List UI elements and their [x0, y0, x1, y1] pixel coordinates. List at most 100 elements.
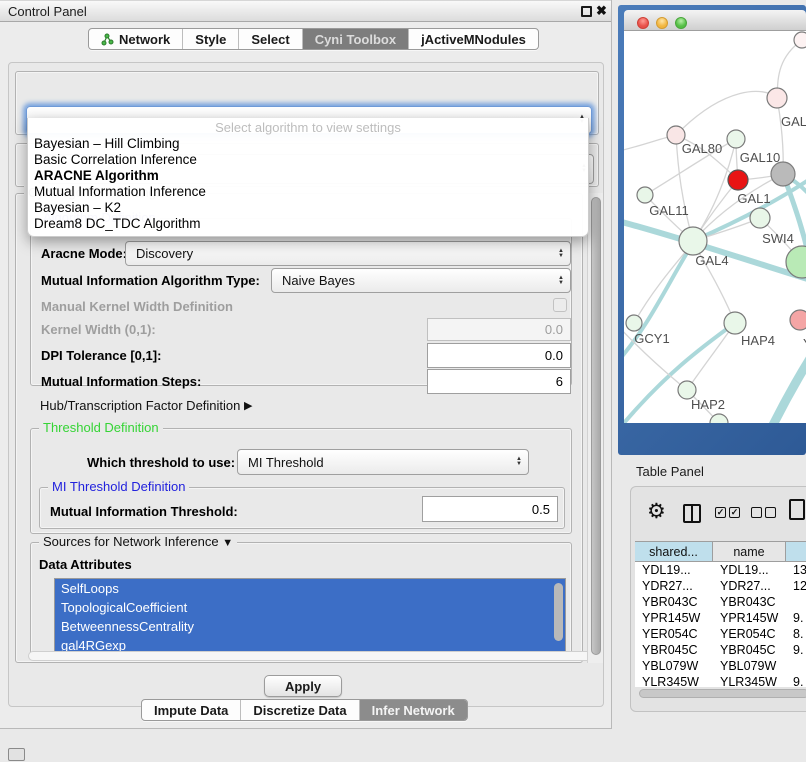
table-horizontal-scrollbar[interactable]: [639, 689, 806, 698]
column-header[interactable]: name: [713, 542, 786, 562]
table-row[interactable]: YDL19...YDL19...13: [635, 562, 806, 578]
table-cell: YPR145W: [635, 610, 713, 626]
column-header[interactable]: shared...: [635, 542, 713, 562]
table-row[interactable]: YBR045CYBR045C9.: [635, 642, 806, 658]
column-header[interactable]: [786, 542, 806, 562]
table-cell: YER054C: [713, 626, 786, 642]
table-row[interactable]: YPR145WYPR145W9.: [635, 610, 806, 626]
tab-label: Select: [251, 32, 289, 47]
tab-label: Style: [195, 32, 226, 47]
tab-style[interactable]: Style: [183, 29, 239, 49]
table-cell: YDR27...: [713, 578, 786, 594]
network-node-gal11[interactable]: [637, 187, 653, 203]
horizontal-scrollbar[interactable]: [28, 651, 592, 661]
algorithm-option[interactable]: Basic Correlation Inference: [28, 152, 588, 168]
network-window-titlebar[interactable]: [624, 10, 806, 31]
data-attributes-label: Data Attributes: [39, 555, 132, 573]
mi-threshold-group-title: MI Threshold Definition: [48, 479, 189, 494]
tab-infer-network[interactable]: Infer Network: [360, 700, 467, 720]
minimize-traffic-light-icon[interactable]: [656, 17, 668, 29]
mi-threshold-group: MI Threshold Definition Mutual Informati…: [39, 487, 565, 529]
hub-definition-toggle[interactable]: Hub/Transcription Factor Definition ▶: [40, 396, 252, 414]
mi-steps-label: Mutual Information Steps:: [41, 369, 201, 394]
node-label: GAL10: [740, 150, 780, 165]
algorithm-option[interactable]: Bayesian – Hill Climbing: [28, 136, 588, 152]
new-column-icon[interactable]: [789, 499, 805, 520]
algorithm-option[interactable]: Mutual Information Inference: [28, 184, 588, 200]
table-cell: YBR045C: [713, 642, 786, 658]
table-header-row: shared...name: [635, 542, 806, 562]
table-cell: [786, 658, 806, 674]
network-node[interactable]: [728, 170, 748, 190]
tab-jactivemnodules[interactable]: jActiveMNodules: [409, 29, 538, 49]
network-node-gal[interactable]: [767, 88, 787, 108]
expand-triangle-icon[interactable]: ▶: [244, 399, 252, 412]
tab-impute-data[interactable]: Impute Data: [142, 700, 241, 720]
network-view-window[interactable]: GALGAL80GAL10GAL1GAL11GAL4SWI4GCY1HAP4YH…: [618, 5, 806, 455]
select-all-checkboxes-icon[interactable]: ✓: [715, 507, 726, 518]
mi-algorithm-type-combobox[interactable]: Naive Bayes ▲▼: [271, 268, 571, 293]
gear-icon[interactable]: ⚙: [647, 499, 666, 524]
dpi-tolerance-field[interactable]: 0.0: [427, 343, 571, 368]
apply-button[interactable]: Apply: [264, 675, 342, 697]
network-canvas[interactable]: GALGAL80GAL10GAL1GAL11GAL4SWI4GCY1HAP4YH…: [624, 31, 806, 423]
table-cell: YBR045C: [635, 642, 713, 658]
select-all-checkboxes-icon[interactable]: ✓: [729, 507, 740, 518]
network-node-gcy1[interactable]: [626, 315, 642, 331]
mi-steps-field[interactable]: 6: [427, 369, 571, 394]
aracne-mode-label: Aracne Mode:: [41, 241, 127, 266]
cyni-algorithm-settings-group: Cyni Algorithm Settings Algorithm Defini…: [15, 193, 583, 663]
cyni-toolbox-panel: ▲▼ ▲▼ Cyni Algorithm Settings Algorithm …: [8, 62, 604, 707]
aracne-mode-combobox[interactable]: Discovery ▲▼: [125, 241, 571, 266]
network-node-gal4[interactable]: [679, 227, 707, 255]
manual-kernel-width-checkbox[interactable]: [553, 298, 567, 312]
network-node-gal1[interactable]: [750, 208, 770, 228]
table-row[interactable]: YER054CYER054C8.: [635, 626, 806, 642]
float-window-icon[interactable]: [581, 6, 592, 17]
table-row[interactable]: YBR043CYBR043C: [635, 594, 806, 610]
table-cell: YBR043C: [713, 594, 786, 610]
dock-panel-icon[interactable]: [8, 748, 25, 761]
list-scrollbar[interactable]: [554, 583, 563, 641]
tab-discretize-data[interactable]: Discretize Data: [241, 700, 359, 720]
data-attribute-item[interactable]: SelfLoops: [55, 579, 565, 598]
network-node-hap4[interactable]: [724, 312, 746, 334]
settings-scrollbar-track[interactable]: [587, 193, 603, 663]
network-node[interactable]: [794, 32, 806, 48]
node-label: GAL: [781, 114, 806, 129]
tab-cyni-toolbox[interactable]: Cyni Toolbox: [303, 29, 409, 49]
close-traffic-light-icon[interactable]: [637, 17, 649, 29]
node-label: SWI4: [762, 231, 794, 246]
tab-select[interactable]: Select: [239, 29, 302, 49]
algorithm-option[interactable]: ARACNE Algorithm: [28, 168, 588, 184]
mi-threshold-field[interactable]: 0.5: [422, 496, 558, 522]
kernel-width-field[interactable]: 0.0: [427, 318, 571, 341]
network-node-y[interactable]: [790, 310, 806, 330]
settings-scrollbar-thumb[interactable]: [591, 197, 601, 655]
control-panel-tabs: Network Style Select Cyni ToolboxjActiveMNo…: [88, 28, 539, 50]
table-cell: 9.: [786, 610, 806, 626]
table-row[interactable]: YBL079WYBL079W: [635, 658, 806, 674]
zoom-traffic-light-icon[interactable]: [675, 17, 687, 29]
tab-network[interactable]: Network: [89, 29, 183, 49]
which-threshold-combobox[interactable]: MI Threshold ▲▼: [237, 449, 529, 475]
network-node[interactable]: [771, 162, 795, 186]
table-row[interactable]: YLR345WYLR345W9.: [635, 674, 806, 687]
deselect-all-checkboxes-icon[interactable]: [751, 507, 762, 518]
collapse-triangle-icon[interactable]: ▼: [222, 537, 233, 549]
algorithm-option[interactable]: Dream8 DC_TDC Algorithm: [28, 216, 588, 232]
sources-group-title[interactable]: Sources for Network Inference ▼: [39, 534, 237, 549]
table-row[interactable]: YDR27...YDR27...12: [635, 578, 806, 594]
deselect-all-checkboxes-icon[interactable]: [765, 507, 776, 518]
data-attribute-item[interactable]: BetweennessCentrality: [55, 617, 565, 636]
data-attributes-list[interactable]: SelfLoopsTopologicalCoefficientBetweenne…: [54, 578, 566, 656]
close-window-icon[interactable]: ✖: [596, 3, 607, 19]
control-panel-titlebar[interactable]: Control Panel ✖: [0, 0, 611, 22]
control-panel-window: Control Panel ✖ Network Style Select Cyni T…: [0, 0, 612, 729]
network-node-gal10[interactable]: [727, 130, 745, 148]
algorithm-option[interactable]: Bayesian – K2: [28, 200, 588, 216]
node-table[interactable]: shared...name YDL19...YDL19...13YDR27...…: [635, 541, 806, 687]
columns-icon[interactable]: [683, 504, 701, 523]
data-attribute-item[interactable]: TopologicalCoefficient: [55, 598, 565, 617]
algorithm-dropdown-hint: Select algorithm to view settings: [28, 120, 588, 136]
